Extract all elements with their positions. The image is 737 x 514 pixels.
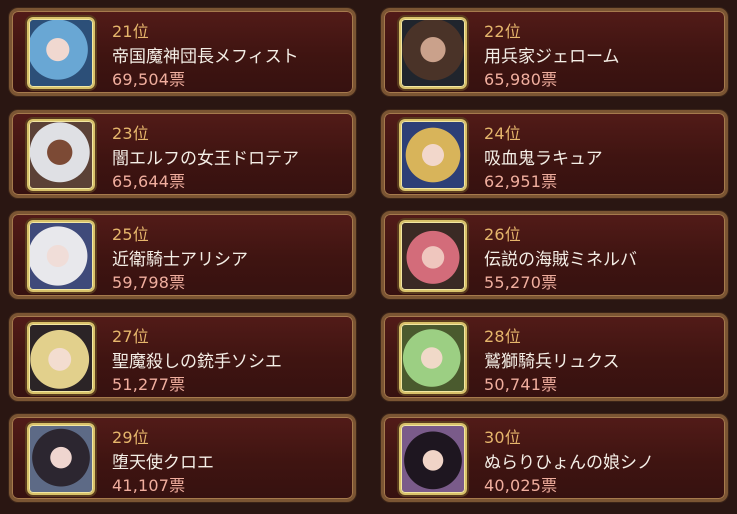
rank-label: 27位 [112, 327, 149, 346]
ranking-card-21[interactable]: 21位 帝国魔神団長メフィスト 69,504票 [9, 8, 356, 96]
vote-count: 50,741票 [484, 375, 558, 394]
character-portrait [399, 423, 467, 495]
character-name: 近衛騎士アリシア [112, 250, 248, 270]
rank-label: 25位 [112, 225, 149, 244]
vote-count: 59,798票 [112, 273, 186, 292]
character-portrait [399, 119, 467, 191]
character-name: 堕天使クロエ [112, 453, 214, 473]
ranking-grid: 21位 帝国魔神団長メフィスト 69,504票 22位 用兵家ジェローム 65,… [0, 0, 737, 514]
rank-label: 23位 [112, 124, 149, 143]
ranking-card-25[interactable]: 25位 近衛騎士アリシア 59,798票 [9, 211, 356, 299]
vote-count: 62,951票 [484, 172, 558, 191]
vote-count: 51,277票 [112, 375, 186, 394]
character-name: ぬらりひょんの娘シノ [484, 453, 654, 473]
vote-count: 40,025票 [484, 476, 558, 495]
character-name: 吸血鬼ラキュア [484, 149, 603, 169]
rank-label: 22位 [484, 22, 521, 41]
ranking-card-29[interactable]: 29位 堕天使クロエ 41,107票 [9, 414, 356, 502]
character-name: 聖魔殺しの銃手ソシエ [112, 352, 282, 372]
character-name: 闇エルフの女王ドロテア [112, 149, 299, 169]
character-portrait [27, 220, 95, 292]
vote-count: 65,980票 [484, 70, 558, 89]
ranking-card-24[interactable]: 24位 吸血鬼ラキュア 62,951票 [381, 110, 728, 198]
ranking-card-26[interactable]: 26位 伝説の海賊ミネルバ 55,270票 [381, 211, 728, 299]
rank-label: 21位 [112, 22, 149, 41]
character-portrait [27, 17, 95, 89]
character-name: 鷲獅騎兵リュクス [484, 352, 620, 372]
vote-count: 69,504票 [112, 70, 186, 89]
vote-count: 55,270票 [484, 273, 558, 292]
rank-label: 26位 [484, 225, 521, 244]
ranking-card-27[interactable]: 27位 聖魔殺しの銃手ソシエ 51,277票 [9, 313, 356, 401]
character-name: 伝説の海賊ミネルバ [484, 250, 637, 270]
ranking-card-28[interactable]: 28位 鷲獅騎兵リュクス 50,741票 [381, 313, 728, 401]
character-portrait [27, 322, 95, 394]
rank-label: 24位 [484, 124, 521, 143]
character-name: 用兵家ジェローム [484, 47, 620, 67]
character-name: 帝国魔神団長メフィスト [112, 47, 299, 67]
rank-label: 28位 [484, 327, 521, 346]
ranking-card-23[interactable]: 23位 闇エルフの女王ドロテア 65,644票 [9, 110, 356, 198]
vote-count: 65,644票 [112, 172, 186, 191]
character-portrait [27, 119, 95, 191]
character-portrait [27, 423, 95, 495]
character-portrait [399, 220, 467, 292]
character-portrait [399, 17, 467, 89]
ranking-card-30[interactable]: 30位 ぬらりひょんの娘シノ 40,025票 [381, 414, 728, 502]
rank-label: 30位 [484, 428, 521, 447]
rank-label: 29位 [112, 428, 149, 447]
vote-count: 41,107票 [112, 476, 186, 495]
ranking-card-22[interactable]: 22位 用兵家ジェローム 65,980票 [381, 8, 728, 96]
character-portrait [399, 322, 467, 394]
